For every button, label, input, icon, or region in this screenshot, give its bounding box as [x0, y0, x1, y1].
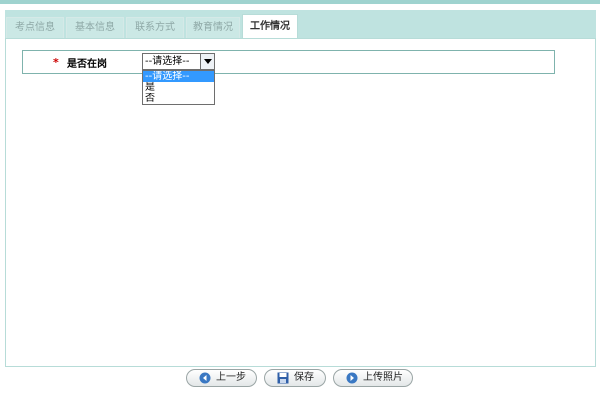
upload-photo-label: 上传照片: [363, 372, 403, 383]
on-duty-dropdown-list: --请选择-- 是 否: [142, 70, 215, 105]
option-no[interactable]: 否: [143, 93, 214, 104]
chevron-down-icon[interactable]: [200, 54, 214, 69]
on-duty-select[interactable]: --请选择--: [142, 53, 215, 70]
on-duty-label: 是否在岗: [67, 59, 107, 70]
on-duty-select-value: --请选择--: [145, 56, 190, 67]
previous-step-label: 上一步: [216, 372, 246, 383]
form-panel: [5, 38, 596, 367]
save-button[interactable]: 保存: [264, 369, 326, 387]
previous-step-button[interactable]: 上一步: [186, 369, 257, 387]
left-arrow-icon: [199, 372, 211, 384]
upload-photo-button[interactable]: 上传照片: [333, 369, 413, 387]
top-accent-bar: [0, 0, 600, 4]
tab-contact-info[interactable]: 联系方式: [126, 17, 184, 38]
tab-exam-site-info[interactable]: 考点信息: [6, 17, 64, 38]
tab-work-status[interactable]: 工作情况: [242, 14, 298, 40]
tab-education[interactable]: 教育情况: [186, 17, 240, 38]
floppy-disk-icon: [277, 372, 289, 384]
save-label: 保存: [294, 372, 314, 383]
tab-basic-info[interactable]: 基本信息: [66, 17, 124, 38]
option-please-select[interactable]: --请选择--: [143, 71, 214, 82]
required-marker: *: [53, 56, 59, 69]
right-arrow-icon: [346, 372, 358, 384]
option-yes[interactable]: 是: [143, 82, 214, 93]
